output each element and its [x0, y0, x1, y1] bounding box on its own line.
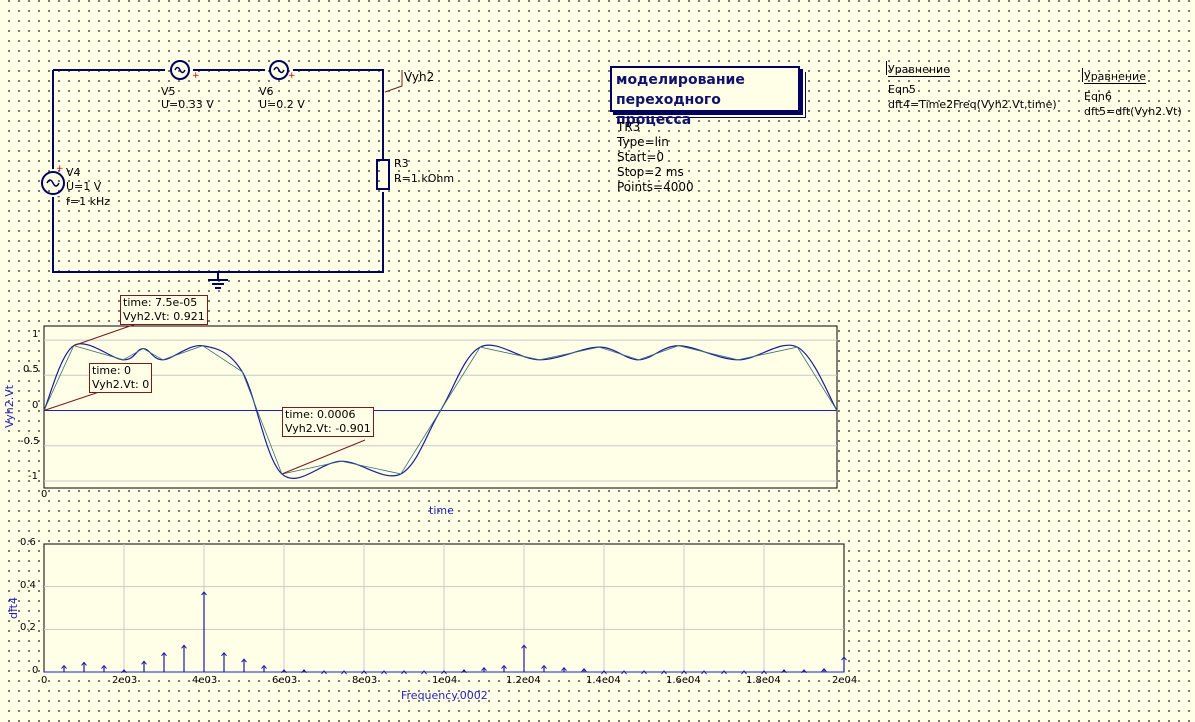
dft-x-tick: 2e03 [112, 675, 138, 686]
dft-y-tick: 0.2 [20, 622, 36, 633]
dft-y-axis-label: dft4 [7, 597, 20, 619]
dft-x-tick: 1.6e04 [666, 675, 701, 686]
dft-x-tick: 1.2e04 [506, 675, 541, 686]
dft-x-tick: 1e04 [432, 675, 458, 686]
dft-x-tick: 1.8e04 [746, 675, 781, 686]
dft-x-tick: 2e04 [832, 675, 858, 686]
dft-y-tick: 0 [32, 665, 39, 676]
dft-x-tick: 8e03 [352, 675, 378, 686]
dft-x-tick: 1.4e04 [586, 675, 621, 686]
dft-x-tick: 6e03 [272, 675, 298, 686]
dft-y-tick: 0.4 [20, 580, 36, 591]
dft-plot[interactable] [0, 0, 1195, 722]
dft-x-tick: 0 [41, 675, 48, 686]
dft-x-tick: 4e03 [192, 675, 218, 686]
dft-x-axis-label: Frequency.0002 [401, 689, 488, 702]
dft-y-tick: 0.6 [20, 537, 36, 548]
